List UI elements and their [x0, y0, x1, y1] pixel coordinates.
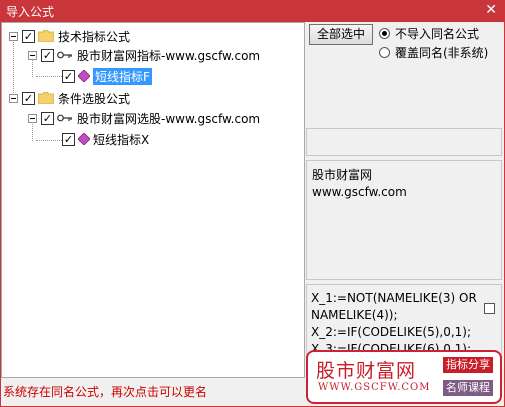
tree-node-label: 股市财富网指标-www.gscfw.com: [77, 48, 261, 63]
brand-tag-courses: 名师课程: [443, 380, 493, 396]
checkbox[interactable]: ✓: [62, 69, 75, 83]
title-bar: 导入公式 ✕: [0, 0, 505, 22]
tree-node-condition-formulas[interactable]: ✓ 条件选股公式: [9, 89, 130, 107]
collapse-toggle[interactable]: [28, 50, 37, 60]
folder-icon: [38, 30, 54, 42]
brand-tag-indicators: 指标分享: [443, 357, 493, 373]
radio-indicator[interactable]: [379, 27, 390, 39]
brand-name: 股市财富网: [316, 360, 417, 382]
window-title: 导入公式: [6, 5, 55, 19]
import-formula-window: 导入公式 ✕ ✓ 技术指标公式 ✓ 股市财富网指标-www.gscfw.com …: [0, 0, 505, 407]
close-icon[interactable]: ✕: [485, 2, 497, 18]
radio-indicator[interactable]: [379, 46, 390, 58]
radio-label: 覆盖同名(非系统): [395, 45, 489, 60]
brand-url: WWW.GSCFW.COM: [318, 382, 431, 393]
tree-node-short-indicator-f[interactable]: ✓ 短线指标F: [62, 67, 152, 85]
tree-node-gscfw-indicators[interactable]: ✓ 股市财富网指标-www.gscfw.com: [28, 46, 260, 64]
tree-node-label: 股市财富网选股-www.gscfw.com: [77, 111, 261, 126]
dialog-body: ✓ 技术指标公式 ✓ 股市财富网指标-www.gscfw.com ✓ 短线指标F…: [1, 22, 504, 406]
watermark-logo: 股市财富网 WWW.GSCFW.COM 指标分享 名师课程: [306, 350, 502, 404]
checkbox[interactable]: ✓: [41, 48, 54, 62]
diamond-formula-icon: [78, 133, 90, 145]
tree-node-short-indicator-x[interactable]: ✓ 短线指标X: [62, 130, 149, 148]
key-icon: [57, 113, 73, 123]
tree-node-label: 条件选股公式: [58, 91, 131, 106]
code-line: X_2:=IF(CODELIKE(5),0,1);: [311, 325, 472, 339]
checkbox[interactable]: ✓: [62, 132, 75, 146]
tree-node-label: 短线指标F: [93, 67, 152, 85]
collapse-toggle[interactable]: [9, 93, 18, 103]
radio-label: 不导入同名公式: [395, 26, 480, 41]
checkbox[interactable]: ✓: [22, 29, 35, 43]
tree-node-gscfw-screener[interactable]: ✓ 股市财富网选股-www.gscfw.com: [28, 109, 260, 127]
select-all-button[interactable]: 全部选中: [309, 24, 373, 45]
formula-tree[interactable]: ✓ 技术指标公式 ✓ 股市财富网指标-www.gscfw.com ✓ 短线指标F…: [1, 22, 305, 378]
tree-node-label: 技术指标公式: [58, 29, 131, 44]
description-line: www.gscfw.com: [312, 185, 407, 199]
code-line: NAMELIKE(4));: [311, 308, 398, 322]
diamond-formula-icon: [78, 70, 90, 82]
code-view-checkbox[interactable]: [484, 303, 495, 314]
status-message: 系统存在同名公式，再次点击可以更名: [3, 385, 208, 399]
folder-icon: [38, 92, 54, 104]
tree-node-label: 短线指标X: [93, 132, 150, 147]
checkbox[interactable]: ✓: [41, 111, 54, 125]
tree-node-tech-indicators[interactable]: ✓ 技术指标公式: [9, 27, 130, 45]
empty-panel: [306, 128, 502, 156]
radio-skip-duplicates[interactable]: 不导入同名公式: [379, 24, 479, 42]
description-line: 股市财富网: [312, 168, 373, 182]
collapse-toggle[interactable]: [28, 113, 37, 123]
key-icon: [57, 50, 73, 60]
code-line: X_1:=NOT(NAMELIKE(3) OR: [311, 291, 477, 305]
collapse-toggle[interactable]: [9, 31, 18, 41]
formula-description: 股市财富网 www.gscfw.com: [306, 160, 502, 280]
checkbox[interactable]: ✓: [22, 91, 35, 105]
radio-overwrite-duplicates[interactable]: 覆盖同名(非系统): [379, 43, 488, 61]
